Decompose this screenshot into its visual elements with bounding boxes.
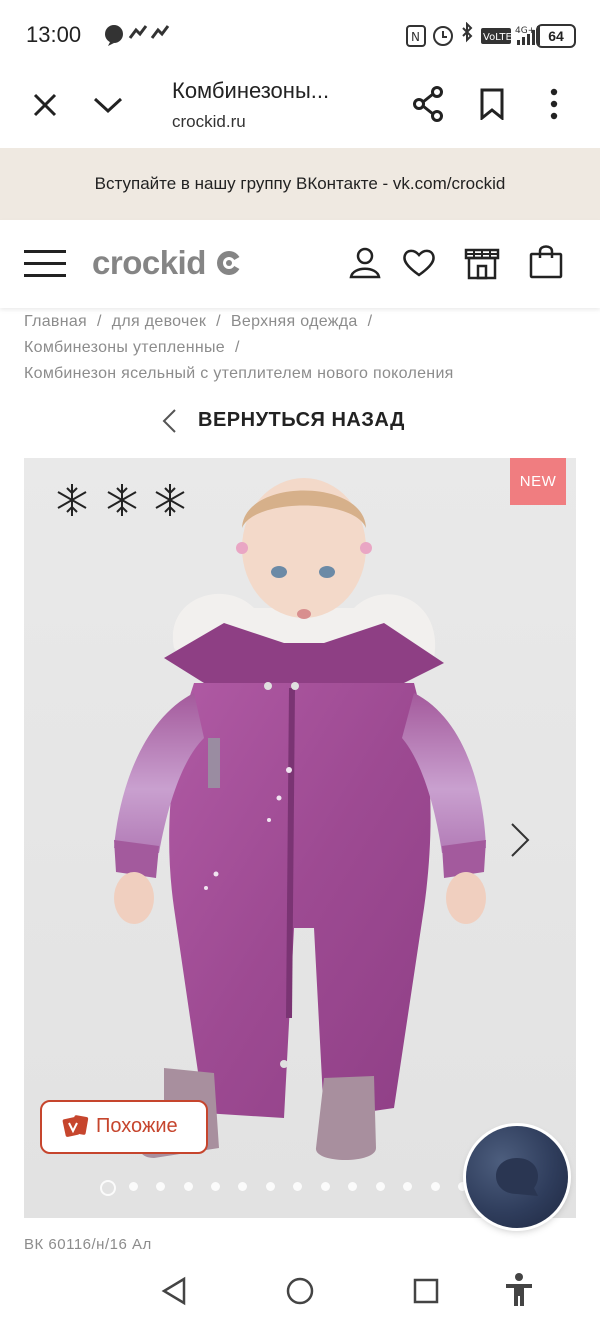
battery-indicator: 64 [536, 24, 576, 48]
gallery-dot[interactable] [376, 1182, 385, 1191]
breadcrumb-item-outerwear[interactable]: Верхняя одежда [231, 313, 358, 330]
hamburger-menu-icon[interactable] [24, 248, 66, 280]
page-title: Комбинезоны... [172, 78, 330, 103]
breadcrumb-item-current: Комбинезон ясельный с утеплителем нового… [24, 365, 454, 382]
gallery-dot-active[interactable] [100, 1180, 116, 1196]
system-navigation-bar [0, 1258, 600, 1323]
chevron-left-icon [162, 409, 176, 433]
gallery-dot[interactable] [184, 1182, 193, 1191]
chat-bubble-icon [496, 1158, 538, 1196]
svg-text:VoLTE: VoLTE [483, 32, 512, 43]
gallery-dot[interactable] [321, 1182, 330, 1191]
breadcrumb-separator: / [216, 313, 221, 330]
close-icon[interactable] [32, 92, 58, 118]
bookmark-icon[interactable] [478, 88, 506, 120]
gallery-dot[interactable] [156, 1182, 165, 1191]
nav-recents-icon[interactable] [412, 1277, 440, 1305]
gallery-dot[interactable] [211, 1182, 220, 1191]
gallery-dot[interactable] [403, 1182, 412, 1191]
nav-home-icon[interactable] [285, 1276, 315, 1306]
logo-text: crockid [92, 244, 206, 281]
status-time: 13:00 [26, 22, 82, 47]
more-menu-icon[interactable] [548, 88, 560, 120]
nav-back-icon[interactable] [160, 1276, 188, 1306]
back-link-label: ВЕРНУТЬСЯ НАЗАД [198, 409, 405, 431]
product-sku: ВК 60116/н/16 Ал [24, 1236, 152, 1253]
logo-mark-icon [216, 251, 243, 275]
chat-widget-button[interactable] [466, 1126, 568, 1228]
accessibility-icon[interactable] [504, 1272, 534, 1308]
breadcrumb-separator: / [367, 313, 373, 330]
status-bar: 13:00 N VoLTE 4G+ 64 [0, 0, 600, 70]
breadcrumb: Главная / для девочек / Верхняя одежда / Комб… [24, 309, 584, 387]
promo-banner[interactable]: Вступайте в нашу группу ВКонтакте - vk.c… [0, 148, 600, 220]
next-image-arrow-icon[interactable] [502, 816, 542, 864]
svg-text:N: N [411, 30, 420, 44]
gallery-dot[interactable] [266, 1182, 275, 1191]
breadcrumb-separator: / [97, 313, 102, 330]
new-badge: NEW [510, 458, 566, 505]
breadcrumb-item-insulated-overalls[interactable]: Комбинезоны утепленные [24, 339, 225, 356]
share-icon[interactable] [412, 86, 444, 122]
site-header: crockid [0, 220, 600, 308]
breadcrumb-item-home[interactable]: Главная [24, 313, 87, 330]
page-url[interactable]: crockid.ru [172, 112, 246, 132]
gallery-dot[interactable] [293, 1182, 302, 1191]
chevron-down-icon[interactable] [92, 94, 124, 116]
promo-text: Вступайте в нашу группу ВКонтакте - vk.c… [94, 174, 506, 193]
gallery-dot[interactable] [238, 1182, 247, 1191]
similar-products-button[interactable]: Похожие [40, 1100, 208, 1154]
account-icon[interactable] [348, 246, 382, 280]
gallery-dot[interactable] [129, 1182, 138, 1191]
stores-icon[interactable] [464, 246, 500, 280]
cart-bag-icon[interactable] [528, 244, 564, 280]
gallery-dot[interactable] [431, 1182, 440, 1191]
similar-products-label: Похожие [96, 1115, 178, 1137]
notification-icons [105, 25, 170, 46]
breadcrumb-item-girls[interactable]: для девочек [112, 313, 206, 330]
breadcrumb-separator: / [234, 339, 240, 356]
similar-cards-icon [62, 1115, 89, 1137]
favorites-heart-icon[interactable] [402, 248, 436, 278]
gallery-dot[interactable] [348, 1182, 357, 1191]
site-logo[interactable]: crockid [92, 244, 243, 282]
browser-toolbar: Комбинезоны... crockid.ru [0, 70, 600, 148]
product-image-gallery[interactable]: NEW Похожие [24, 458, 576, 1218]
